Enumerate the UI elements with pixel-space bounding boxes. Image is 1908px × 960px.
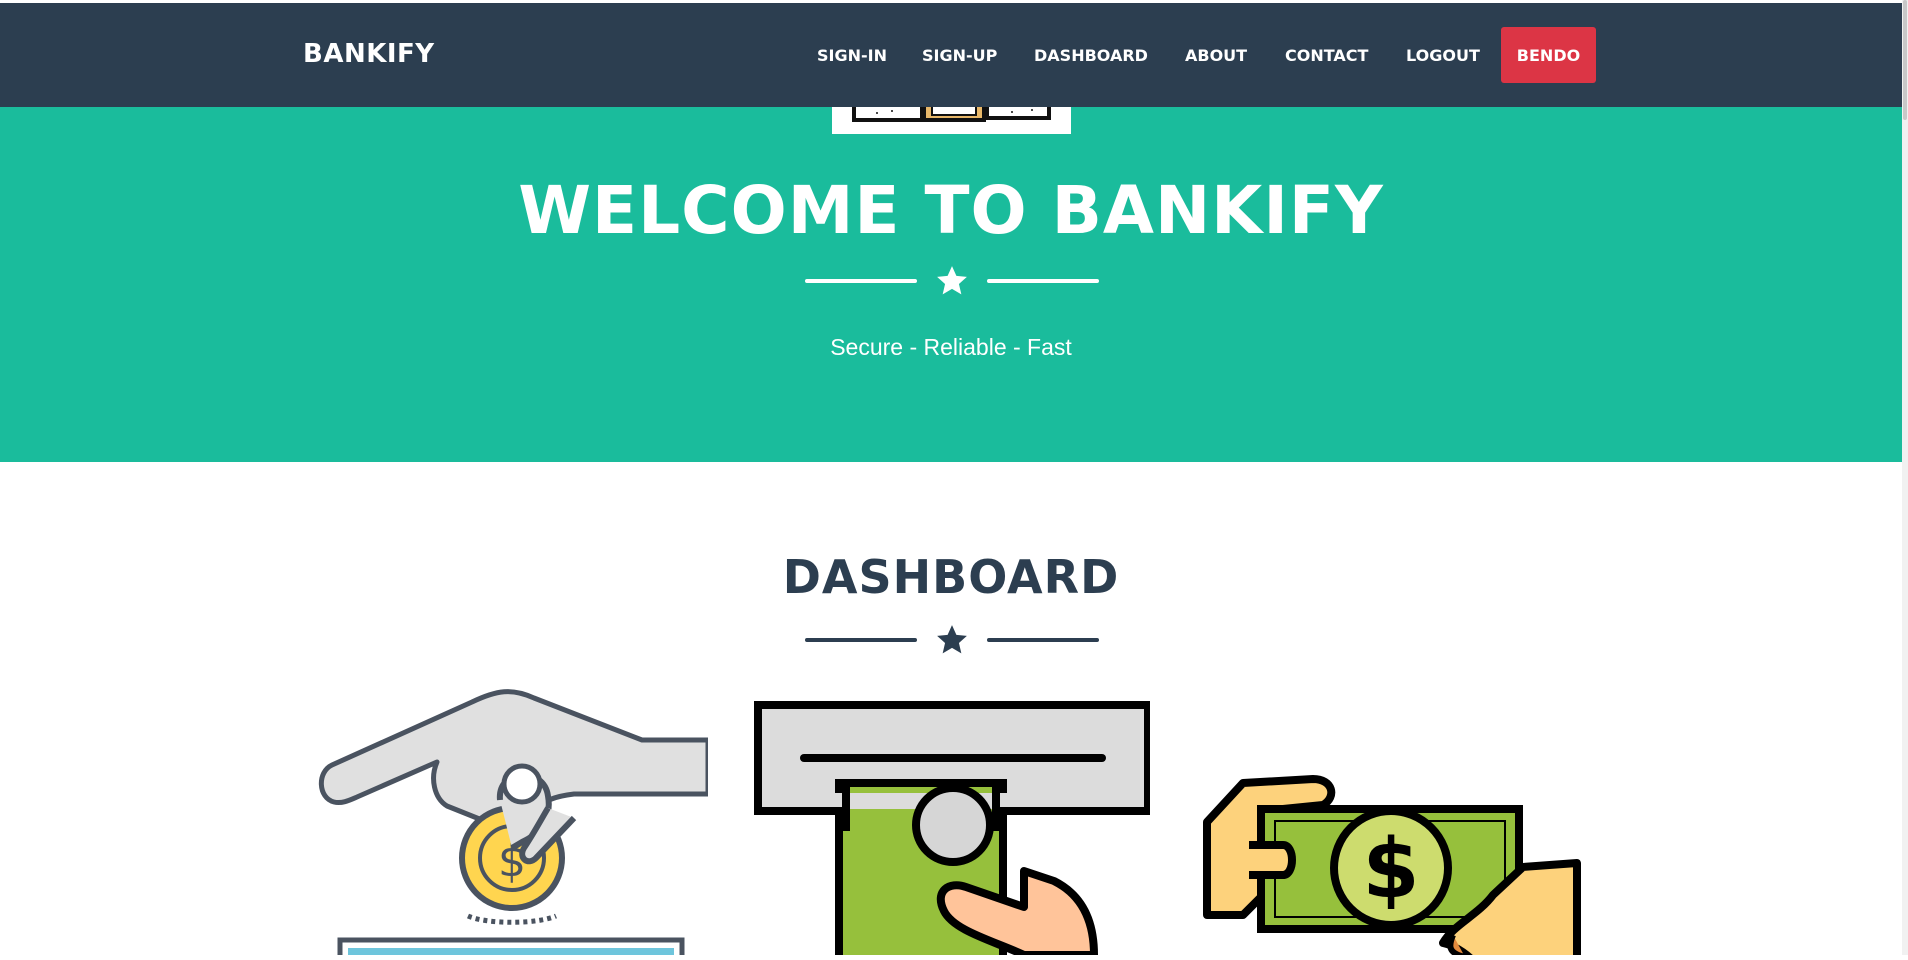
deposit-card[interactable]: $ <box>312 688 711 960</box>
nav-sign-in[interactable]: SIGN-IN <box>817 46 887 65</box>
nav-sign-up[interactable]: SIGN-UP <box>922 46 997 65</box>
hero-subtitle: Secure - Reliable - Fast <box>830 334 1072 360</box>
navbar: BANKIFY SIGN-IN SIGN-UP DASHBOARD ABOUT … <box>0 3 1902 107</box>
scrollbar-thumb[interactable] <box>1903 0 1907 120</box>
hero-title: WELCOME TO BANKIFY <box>518 172 1384 249</box>
hero-image <box>832 107 1071 134</box>
star-icon <box>937 625 967 654</box>
money-transfer-icon: $ <box>1203 775 1581 960</box>
nav-contact[interactable]: CONTACT <box>1285 46 1368 65</box>
nav-about[interactable]: ABOUT <box>1185 46 1247 65</box>
user-button[interactable]: BENDO <box>1501 27 1596 83</box>
atm-withdraw-icon <box>754 701 1152 960</box>
brand-logo[interactable]: BANKIFY <box>303 39 435 69</box>
dashboard-divider <box>805 625 1099 655</box>
svg-text:$: $ <box>1362 822 1419 917</box>
dashboard-title: DASHBOARD <box>782 550 1120 604</box>
nav-dashboard[interactable]: DASHBOARD <box>1034 46 1148 65</box>
page-scrollbar[interactable] <box>1902 0 1908 955</box>
hero-divider <box>805 266 1099 296</box>
star-icon <box>937 266 967 295</box>
deposit-coin-icon: $ <box>318 689 711 960</box>
nav-logout[interactable]: LOGOUT <box>1406 46 1480 65</box>
withdraw-card[interactable] <box>754 701 1152 960</box>
transfer-card[interactable]: $ <box>1203 775 1581 960</box>
